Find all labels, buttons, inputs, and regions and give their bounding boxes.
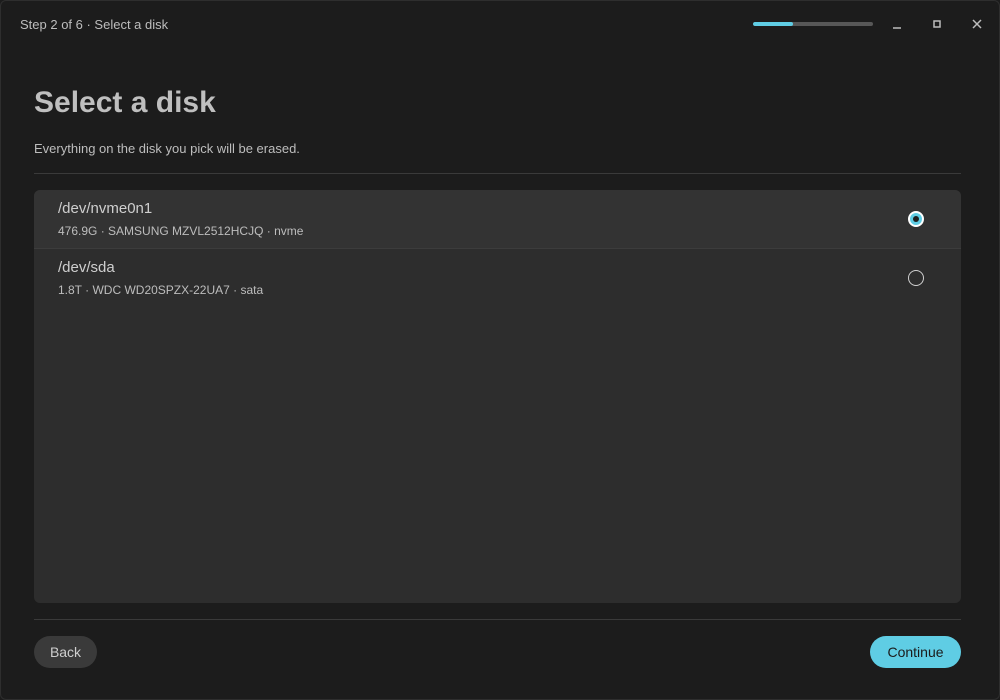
footer-divider — [34, 619, 961, 620]
disk-radio[interactable] — [908, 211, 924, 227]
continue-button[interactable]: Continue — [870, 636, 961, 668]
disk-radio[interactable] — [908, 270, 924, 286]
close-icon — [972, 19, 982, 29]
back-button[interactable]: Back — [34, 636, 97, 668]
installer-window: Step 2 of 6 · Select a disk Select a dis… — [0, 0, 1000, 700]
disk-list: /dev/nvme0n1 476.9G · SAMSUNG MZVL2512HC… — [34, 190, 961, 603]
radio-dot-icon — [913, 216, 919, 222]
page-subtitle: Everything on the disk you pick will be … — [34, 141, 300, 156]
disk-row-nvme0n1[interactable]: /dev/nvme0n1 476.9G · SAMSUNG MZVL2512HC… — [34, 190, 961, 248]
disk-details: 1.8T · WDC WD20SPZX-22UA7 · sata — [58, 283, 264, 297]
disk-name: /dev/nvme0n1 — [58, 200, 153, 217]
title-bar: Step 2 of 6 · Select a disk — [1, 1, 999, 47]
window-title: Step 2 of 6 · Select a disk — [20, 17, 169, 32]
page-title: Select a disk — [34, 86, 216, 119]
disk-details: 476.9G · SAMSUNG MZVL2512HCJQ · nvme — [58, 224, 304, 238]
maximize-icon — [933, 20, 941, 28]
minimize-icon — [893, 27, 901, 29]
maximize-button[interactable] — [926, 13, 948, 35]
step-progress-fill — [753, 22, 793, 26]
disk-row-sda[interactable]: /dev/sda 1.8T · WDC WD20SPZX-22UA7 · sat… — [34, 248, 961, 306]
close-button[interactable] — [966, 13, 988, 35]
minimize-button[interactable] — [886, 13, 908, 35]
step-progress-bar — [753, 22, 873, 26]
disk-name: /dev/sda — [58, 259, 115, 276]
header-divider — [34, 173, 961, 174]
